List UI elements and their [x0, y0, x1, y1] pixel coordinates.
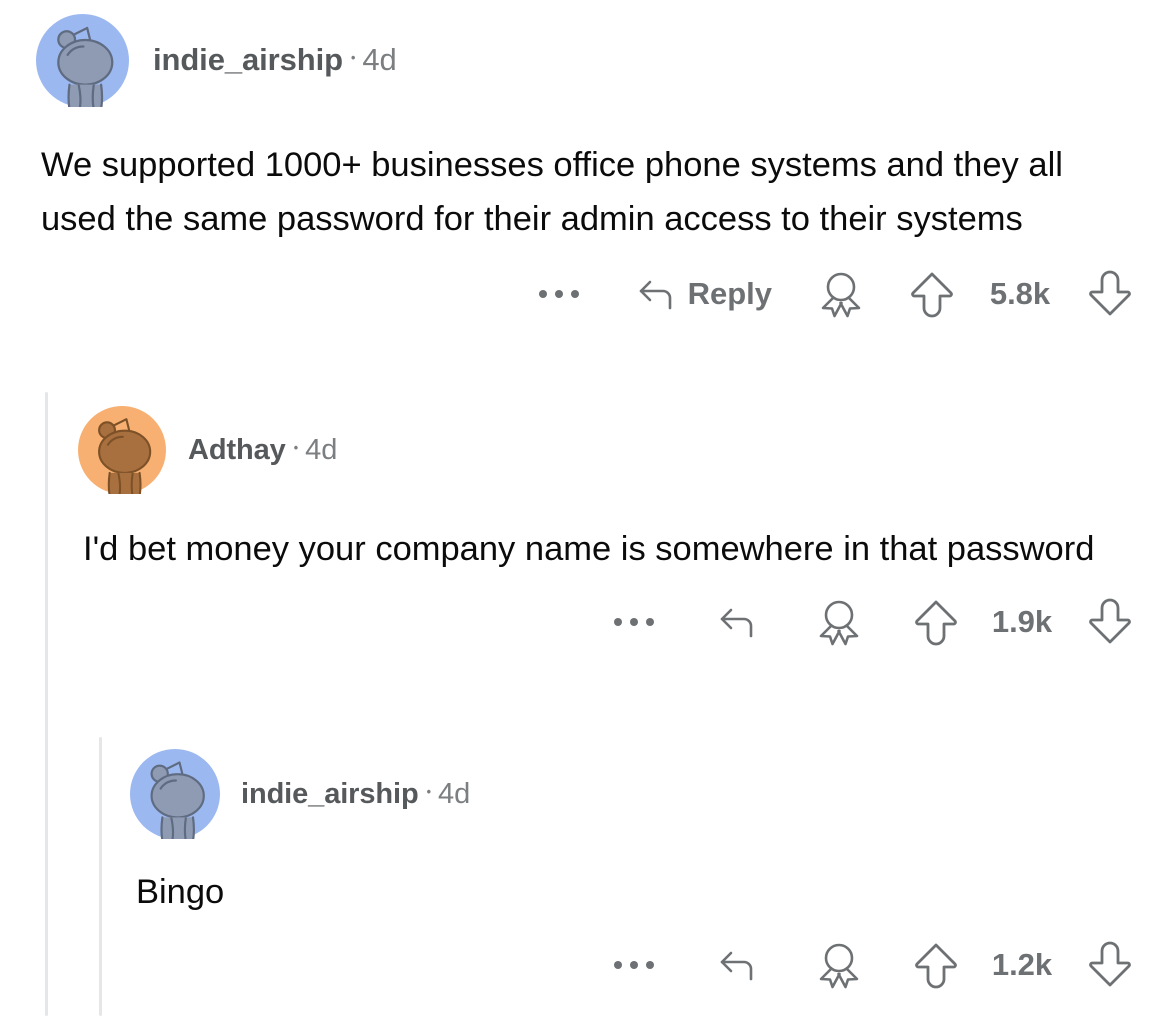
comment-body-text: Bingo [136, 873, 225, 911]
reply-arrow-icon [718, 604, 758, 640]
award-ribbon-icon [816, 941, 862, 989]
comment-header: indie_airship • 4d [99, 737, 1170, 851]
award-button[interactable] [816, 941, 862, 989]
comment-author-username[interactable]: indie_airship [241, 778, 419, 811]
comment-body-text: I'd bet money your company name is somew… [83, 530, 1095, 568]
reply-arrow-icon [718, 947, 758, 983]
upvote-arrow-icon [914, 598, 958, 646]
downvote-arrow-icon [1088, 598, 1132, 646]
comment-timestamp: 4d [362, 42, 397, 77]
more-horizontal-icon[interactable] [538, 290, 579, 298]
award-ribbon-icon [816, 598, 862, 646]
more-horizontal-icon[interactable] [614, 618, 654, 626]
meta-separator: • [426, 785, 431, 799]
reddit-snoo-avatar-icon[interactable] [78, 406, 166, 494]
upvote-arrow-icon [914, 941, 958, 989]
meta-separator: • [350, 51, 356, 65]
award-ribbon-icon [818, 270, 864, 318]
award-button[interactable] [818, 270, 864, 318]
upvote-button[interactable] [914, 941, 958, 989]
more-horizontal-icon[interactable] [614, 961, 654, 969]
upvote-arrow-icon [910, 270, 954, 318]
comment-action-bar: 1.9k [45, 598, 1170, 646]
comment-depth-1: Adthay • 4d I'd bet money your company n… [45, 392, 1170, 646]
downvote-arrow-icon [1088, 270, 1132, 318]
reddit-snoo-avatar-icon[interactable] [130, 749, 220, 839]
reply-label: Reply [687, 276, 772, 311]
comment-timestamp: 4d [437, 777, 471, 810]
comment-action-bar: 1.2k [99, 941, 1170, 989]
comment-header: Adthay • 4d [45, 392, 1170, 508]
downvote-arrow-icon [1088, 941, 1132, 989]
vote-count: 5.8k [989, 276, 1051, 311]
reply-button[interactable] [718, 604, 758, 640]
meta-separator: • [293, 441, 299, 455]
award-button[interactable] [816, 598, 862, 646]
reply-button[interactable] [718, 947, 758, 983]
reply-button[interactable]: Reply [637, 276, 772, 312]
comment-depth-2: indie_airship • 4d Bingo 1.2k [99, 737, 1170, 989]
comment-timestamp: 4d [305, 433, 338, 466]
reddit-snoo-avatar-icon[interactable] [36, 13, 129, 107]
comment-body-text: We supported 1000+ businesses office pho… [41, 146, 1063, 238]
comment-thread: indie_airship • 4d We supported 1000+ bu… [0, 0, 1170, 1016]
comment-depth-0: indie_airship • 4d We supported 1000+ bu… [0, 0, 1170, 318]
reply-arrow-icon [637, 276, 677, 312]
upvote-button[interactable] [910, 270, 954, 318]
comment-header: indie_airship • 4d [0, 0, 1170, 120]
vote-count: 1.9k [991, 604, 1053, 639]
comment-author-username[interactable]: Adthay [188, 434, 286, 467]
comment-author-username[interactable]: indie_airship [153, 42, 343, 78]
comment-action-bar: Reply 5.8k [0, 270, 1170, 318]
downvote-button[interactable] [1088, 598, 1132, 646]
vote-count: 1.2k [991, 947, 1053, 982]
downvote-button[interactable] [1088, 941, 1132, 989]
upvote-button[interactable] [914, 598, 958, 646]
downvote-button[interactable] [1088, 270, 1132, 318]
